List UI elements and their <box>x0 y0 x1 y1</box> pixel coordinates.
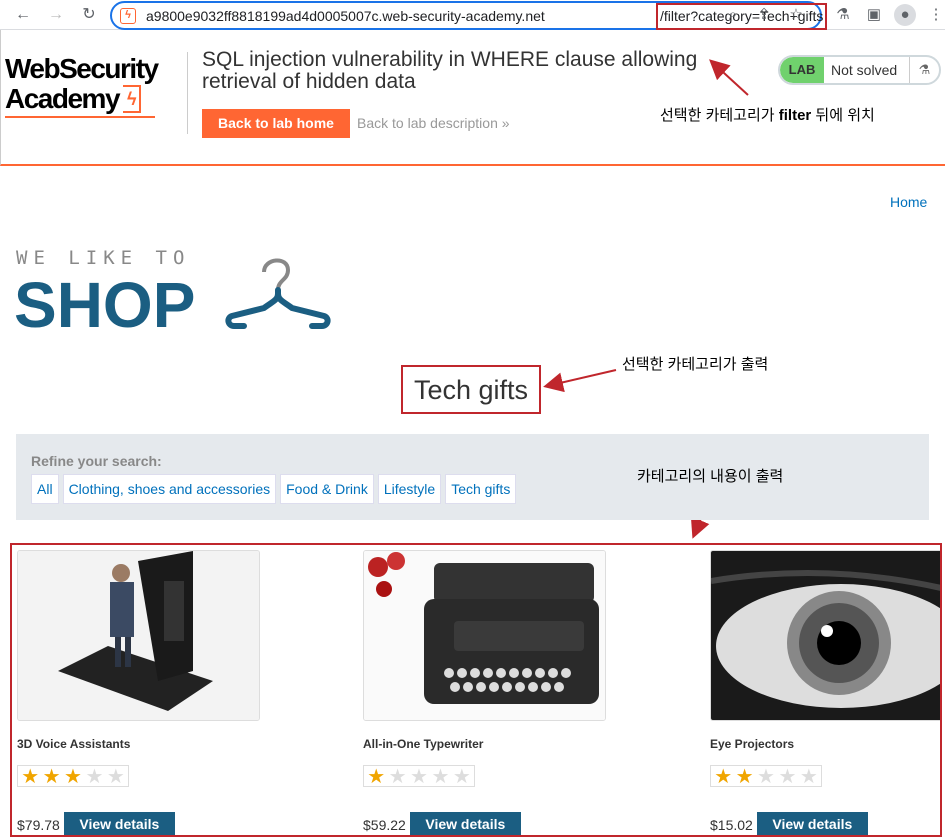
star-icon: ★ <box>367 766 386 788</box>
title-annotation-arrow <box>543 369 617 393</box>
price-row: $59.22 View details <box>363 812 521 835</box>
bookmark-star-icon[interactable]: ☆ <box>785 4 807 26</box>
product-card: Eye Projectors ★ ★ ★ ★ ★ $15.02 View details <box>710 550 940 835</box>
product-image[interactable] <box>363 550 606 721</box>
star-icon: ★ <box>714 766 733 788</box>
filter-clothing[interactable]: Clothing, shoes and accessories <box>62 474 277 504</box>
labs-flask-icon[interactable]: ⚗ <box>832 4 854 26</box>
price-row: $79.78 View details <box>17 812 175 835</box>
content-annotation-note: 카테고리의 내용이 출력 <box>637 468 784 485</box>
star-icon: ★ <box>21 766 40 788</box>
shop-tagline: WE LIKE TO <box>16 247 191 269</box>
product-image[interactable] <box>710 550 940 721</box>
price-row: $15.02 View details <box>710 812 868 835</box>
filter-tech-gifts[interactable]: Tech gifts <box>445 474 517 504</box>
lab-badge-label: LAB <box>780 57 824 83</box>
url-annotation-note: 선택한 카테고리가 filter 뒤에 위치 <box>660 107 875 124</box>
product-price: $15.02 <box>710 816 753 833</box>
star-icon: ★ <box>64 766 82 788</box>
star-icon: ★ <box>431 766 450 788</box>
flask-icon: ⚗ <box>909 57 939 83</box>
rating-stars: ★ ★ ★ ★ ★ <box>363 765 475 787</box>
site-favicon-icon: ϟ <box>120 8 136 24</box>
product-name: All-in-One Typewriter <box>363 737 484 751</box>
star-icon: ★ <box>42 766 61 788</box>
star-icon: ★ <box>410 766 428 788</box>
product-name: Eye Projectors <box>710 737 795 751</box>
logo-text-line1: WebSecurity <box>5 53 159 84</box>
back-to-lab-description-link[interactable]: Back to lab description » <box>357 115 510 131</box>
filter-food-drink[interactable]: Food & Drink <box>280 474 374 504</box>
url-host: a9800e9032ff8818199ad4d0005007c.web-secu… <box>146 8 545 24</box>
logo-text-line2: Academy <box>5 83 121 114</box>
star-icon: ★ <box>106 766 125 788</box>
logo-underline <box>5 116 155 118</box>
star-icon: ★ <box>778 766 797 788</box>
zoom-icon[interactable]: ⌕ <box>722 4 744 26</box>
star-icon: ★ <box>85 766 104 788</box>
side-panel-icon[interactable]: ▣ <box>863 4 885 26</box>
product-price: $59.22 <box>363 816 406 833</box>
address-bar[interactable]: ϟ a9800e9032ff8818199ad4d0005007c.web-se… <box>110 1 828 30</box>
star-icon: ★ <box>757 766 775 788</box>
refine-search-panel: Refine your search: All Clothing, shoes … <box>16 434 929 520</box>
lab-header: WebSecurity Academy ϟ SQL injection vuln… <box>0 30 945 166</box>
category-title: Tech gifts <box>401 365 541 414</box>
share-icon[interactable]: ⇪ <box>753 4 775 26</box>
lab-status-badge: LAB Not solved ⚗ <box>778 55 941 85</box>
view-details-button[interactable]: View details <box>409 812 521 835</box>
star-icon: ★ <box>452 766 471 788</box>
product-card: All-in-One Typewriter ★ ★ ★ ★ ★ $59.22 View … <box>363 550 606 835</box>
rating-stars: ★ ★ ★ ★ ★ <box>710 765 822 787</box>
shop-logo-text: SHOP <box>14 269 196 341</box>
forward-arrow-icon[interactable]: → <box>45 4 67 26</box>
header-divider <box>187 52 188 134</box>
star-icon: ★ <box>799 766 818 788</box>
back-to-lab-home-button[interactable]: Back to lab home <box>202 109 350 138</box>
lab-status-text: Not solved <box>831 62 898 78</box>
product-grid: 3D Voice Assistants ★ ★ ★ ★ ★ $79.78 View de… <box>10 543 942 837</box>
view-details-button[interactable]: View details <box>756 812 868 835</box>
title-annotation-note: 선택한 카테고리가 출력 <box>622 356 769 373</box>
lab-title: SQL injection vulnerability in WHERE cla… <box>202 48 698 93</box>
logo-text-line2-row: Academy ϟ <box>5 84 185 114</box>
filter-lifestyle[interactable]: Lifestyle <box>377 474 442 504</box>
web-security-academy-logo[interactable]: WebSecurity Academy ϟ <box>5 54 185 118</box>
kebab-menu-icon[interactable]: ⋮ <box>925 4 945 26</box>
product-card: 3D Voice Assistants ★ ★ ★ ★ ★ $79.78 View de… <box>17 550 260 835</box>
lightning-bolt-icon: ϟ <box>123 85 142 113</box>
refine-label: Refine your search: <box>31 453 162 469</box>
browser-toolbar: ← → ↻ ϟ a9800e9032ff8818199ad4d0005007c.… <box>0 0 945 30</box>
back-desc-label: Back to lab description <box>357 115 498 131</box>
reload-icon[interactable]: ↻ <box>78 4 100 26</box>
back-arrow-icon[interactable]: ← <box>12 4 34 26</box>
hanger-icon <box>225 258 331 329</box>
category-filters: All Clothing, shoes and accessories Food… <box>31 474 517 504</box>
star-icon: ★ <box>735 766 754 788</box>
filter-all[interactable]: All <box>31 474 59 504</box>
product-image[interactable] <box>17 550 260 721</box>
view-details-button[interactable]: View details <box>63 812 175 835</box>
profile-avatar-icon[interactable]: ● <box>894 4 916 26</box>
product-price: $79.78 <box>17 816 60 833</box>
star-icon: ★ <box>388 766 407 788</box>
rating-stars: ★ ★ ★ ★ ★ <box>17 765 129 787</box>
double-chevron-right-icon: » <box>501 115 510 131</box>
home-link[interactable]: Home <box>890 194 927 210</box>
product-name: 3D Voice Assistants <box>17 737 131 751</box>
